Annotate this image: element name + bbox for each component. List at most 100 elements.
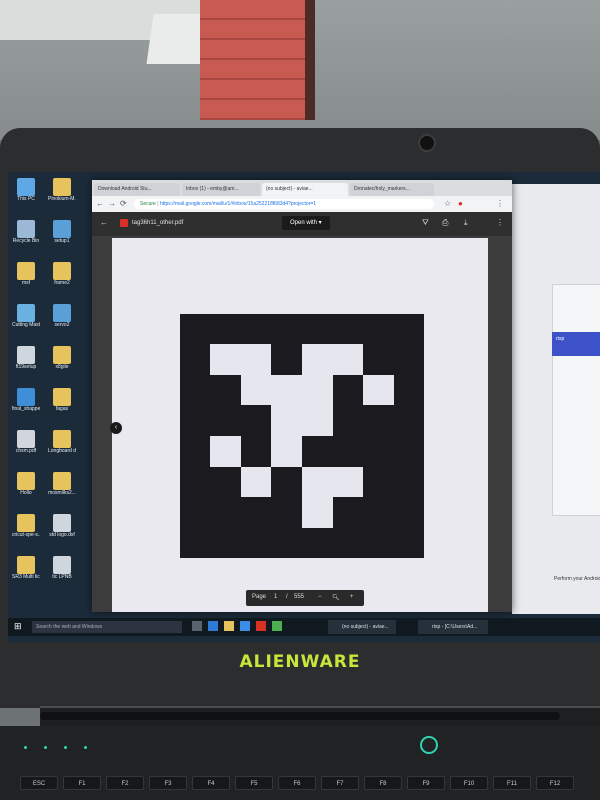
tab-no-subject[interactable]: (no subject) - aviae... — [262, 183, 348, 196]
app-icon[interactable] — [256, 621, 266, 631]
desktop-icon-label: Recycle Bin — [12, 238, 40, 244]
desktop-icon-label: std logo.dxf — [49, 532, 75, 538]
desktop-icon[interactable]: Pinokium-M... — [48, 178, 76, 202]
desktop-icon[interactable]: servo2 — [48, 304, 76, 328]
desktop-icon-label: setup1 — [54, 238, 70, 244]
tab-bar: Download Android Stu... Inbox (1) - emby… — [92, 180, 512, 196]
folder-icon — [53, 472, 71, 490]
chrome-icon[interactable] — [272, 621, 282, 631]
open-with-label: Open with — [290, 220, 318, 226]
key[interactable]: F3 — [149, 776, 187, 790]
browser-window[interactable]: Download Android Stu... Inbox (1) - emby… — [92, 180, 512, 612]
desktop-icon[interactable]: final_shapper — [12, 388, 40, 412]
background-app-window[interactable]: rtsp Perform your Android Studio — [512, 184, 600, 614]
taskbar-search[interactable]: Search the web and Windows — [32, 621, 182, 633]
desktop-icon[interactable]: tic LPNB — [48, 556, 76, 580]
edge-icon[interactable] — [208, 621, 218, 631]
desktop-icon[interactable]: chsm.pdf — [12, 430, 40, 454]
zoom-in-button[interactable]: + — [350, 594, 354, 600]
folder-icon — [53, 346, 71, 364]
desktop-icon[interactable]: cricut-spe-s... — [12, 514, 40, 538]
print-icon[interactable]: ⎙ — [442, 218, 448, 228]
desktop-icon[interactable]: Recycle Bin — [12, 220, 40, 244]
file-icon — [17, 346, 35, 364]
desktop-icon[interactable]: msf — [12, 262, 40, 286]
desktop-icon[interactable]: frame2 — [48, 262, 76, 286]
folder-icon — [53, 178, 71, 196]
desktop-icon[interactable]: ft19setup — [12, 346, 40, 370]
taskbar-task-browser[interactable]: (no subject) - aviae... — [328, 620, 396, 634]
app-toolbar-preview: rtsp — [552, 332, 600, 356]
zoom-out-button[interactable]: − — [318, 594, 322, 600]
task-view-icon[interactable] — [192, 621, 202, 631]
key[interactable]: F2 — [106, 776, 144, 790]
key[interactable]: F10 — [450, 776, 488, 790]
desktop-icon[interactable]: mosmilks2... — [48, 472, 76, 496]
store-icon[interactable] — [240, 621, 250, 631]
desktop-icon[interactable]: x8gile — [48, 346, 76, 370]
extension-icon[interactable]: ● — [458, 199, 463, 209]
viewer-back-icon[interactable]: ← — [100, 218, 108, 228]
marker-cell — [363, 374, 394, 406]
tab-android-studio[interactable]: Download Android Stu... — [94, 183, 180, 196]
key[interactable]: F4 — [192, 776, 230, 790]
desktop-icon[interactable]: Cutting Master 4 1.80 — [12, 304, 40, 328]
menu-icon[interactable]: ⋮ — [496, 199, 504, 209]
power-button[interactable] — [420, 736, 438, 754]
file-icon — [53, 556, 71, 574]
page-navigator: Page 1 / 555 − 🔍︎ + — [246, 590, 364, 606]
key[interactable]: F5 — [235, 776, 273, 790]
marker-cell — [240, 374, 272, 406]
desktop-icon[interactable]: SR3 Multi license 2013 — [12, 556, 40, 580]
key[interactable]: F12 — [536, 776, 574, 790]
open-with-button[interactable]: Open with ▾ — [282, 216, 330, 230]
tab-markers[interactable]: Dronatec/holy_markers... — [350, 183, 434, 196]
file-name: tag36h11_other.pdf — [132, 220, 184, 226]
desktop-icon[interactable]: Hollo — [12, 472, 40, 496]
taskbar-task-studio[interactable]: rtsp - [C:\Users\Ad... — [418, 620, 488, 634]
file-icon — [53, 514, 71, 532]
folder-icon — [53, 262, 71, 280]
windows-start-icon[interactable]: ⊞ — [14, 621, 22, 631]
desktop-icon-label: cricut-spe-s... — [12, 532, 40, 538]
download-icon[interactable]: ⤓ — [464, 218, 468, 228]
desktop-icon[interactable]: This PC — [12, 178, 40, 202]
tab-inbox[interactable]: Inbox (1) - emby@am... — [182, 183, 260, 196]
key[interactable]: F11 — [493, 776, 531, 790]
add-to-drive-icon[interactable]: ⛛ — [422, 218, 429, 228]
desktop-icon-label: mosmilks2... — [48, 490, 76, 496]
url-field[interactable]: Secure | https://mail.google.com/mail/u/… — [134, 199, 434, 209]
more-icon[interactable]: ⋮ — [496, 218, 504, 228]
marker-cell — [210, 344, 241, 375]
forward-icon[interactable]: → — [108, 199, 116, 209]
key[interactable]: ESC — [20, 776, 58, 790]
key[interactable]: F6 — [278, 776, 316, 790]
back-icon[interactable]: ← — [96, 199, 104, 209]
file-explorer-icon[interactable] — [224, 621, 234, 631]
status-led — [84, 746, 87, 749]
reload-icon[interactable]: ⟳ — [120, 199, 127, 209]
desktop-icon[interactable]: setup1 — [48, 220, 76, 244]
marker-cell — [302, 344, 333, 375]
key[interactable]: F7 — [321, 776, 359, 790]
key[interactable]: F9 — [407, 776, 445, 790]
prev-file-button[interactable]: ‹ — [110, 422, 122, 434]
marker-cell — [240, 466, 272, 498]
desktop-icon-label: frame2 — [54, 280, 70, 286]
desktop-icon-label: This PC — [17, 196, 35, 202]
key[interactable]: F8 — [364, 776, 402, 790]
desktop-icon[interactable]: std logo.dxf — [48, 514, 76, 538]
key[interactable]: F1 — [63, 776, 101, 790]
desktop-icon-label: servo2 — [54, 322, 70, 328]
app-preview-panel — [552, 284, 600, 516]
desktop-icon[interactable]: Longboard deck 2018 — [48, 430, 76, 454]
page-separator: / — [286, 594, 288, 600]
marker-cell — [302, 374, 333, 406]
star-icon[interactable]: ☆ — [444, 199, 451, 209]
marker-cell — [332, 466, 364, 498]
url-text: https://mail.google.com/mail/u/1/#inbox/… — [159, 201, 317, 207]
page-current[interactable]: 1 — [274, 594, 277, 600]
page-total: 555 — [294, 594, 305, 600]
stylus-pen — [40, 712, 560, 720]
desktop-icon[interactable]: fagas — [48, 388, 76, 412]
